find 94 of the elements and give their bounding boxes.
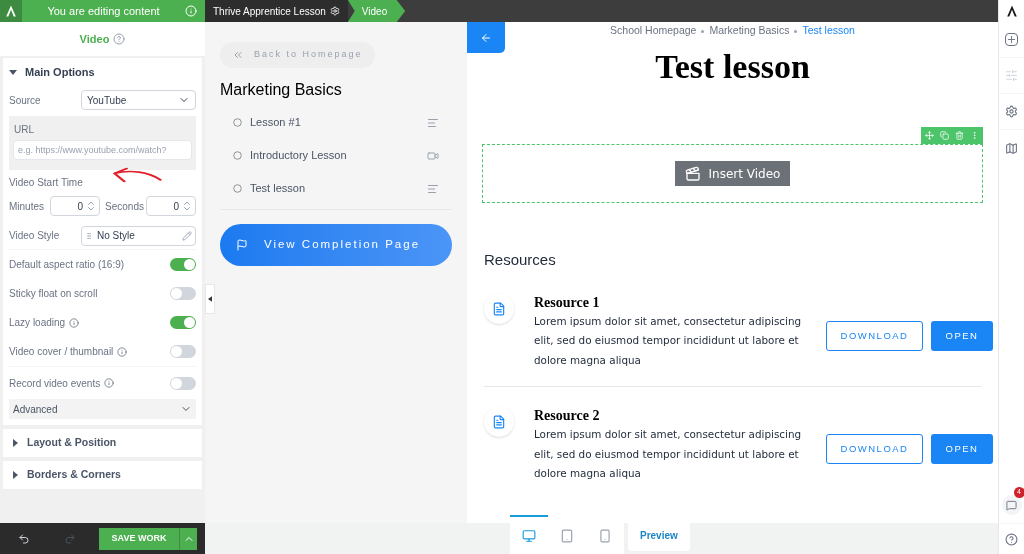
panel-toggle-button[interactable]: [467, 22, 505, 53]
logo-icon: [5, 5, 17, 17]
pencil-icon: [182, 230, 192, 241]
breadcrumb-tab[interactable]: Video: [347, 0, 406, 22]
caret-icon: [208, 296, 212, 302]
lesson-item[interactable]: Lesson #1: [220, 106, 452, 139]
course-title: Marketing Basics: [220, 80, 343, 100]
toggle-switch[interactable]: [170, 316, 196, 329]
editor-header-title: You are editing content: [46, 3, 161, 19]
section-header[interactable]: Layout & Position: [3, 429, 202, 457]
info-icon[interactable]: [69, 317, 80, 328]
move-icon[interactable]: [925, 131, 934, 140]
tablet-icon: [560, 528, 574, 543]
insert-video-button[interactable]: Insert Video: [674, 161, 791, 186]
breadcrumb-link[interactable]: School Homepage: [610, 23, 697, 39]
lesson-item[interactable]: Test lesson: [220, 172, 452, 205]
style-field[interactable]: No Style: [81, 225, 196, 246]
save-button[interactable]: SAVE WORK: [99, 527, 179, 550]
toggle-switch[interactable]: [170, 376, 196, 390]
add-icon[interactable]: [1005, 33, 1018, 46]
caret-icon: [11, 439, 19, 447]
sliders-icon[interactable]: [1005, 69, 1018, 82]
video-icon: [427, 149, 439, 162]
trash-icon[interactable]: [955, 131, 964, 140]
field-label: Source: [9, 93, 41, 108]
toggle-label: Record video events: [9, 376, 101, 391]
circle-icon: [233, 118, 242, 127]
breadcrumb-link[interactable]: Marketing Basics: [709, 23, 790, 39]
advanced-header[interactable]: Advanced: [9, 399, 196, 419]
download-button[interactable]: DOWNLOAD: [826, 320, 923, 351]
completion-button[interactable]: View Completion Page: [220, 224, 452, 266]
resource-title: Resource 1: [534, 293, 601, 312]
circle-icon: [233, 151, 242, 160]
double-chevron-icon: [232, 49, 244, 61]
seconds-field[interactable]: 0: [145, 196, 196, 216]
more-icon[interactable]: [970, 131, 979, 140]
help-icon[interactable]: [1005, 532, 1018, 546]
save-options-button[interactable]: [179, 527, 197, 550]
toggle-switch[interactable]: [170, 345, 196, 358]
clapperboard-icon: [684, 165, 701, 182]
field-label: Minutes: [9, 199, 44, 214]
field-label: Video Start Time: [9, 176, 84, 190]
separator-dot: [701, 29, 705, 33]
info-icon[interactable]: [117, 346, 128, 357]
section-header[interactable]: Main Options: [9, 58, 196, 86]
url-field[interactable]: e.g. https://www.youtube.com/watch?: [13, 140, 192, 160]
resource-description: Lorem ipsum dolor sit amet, consectetur adipiscing elit, sed do eiusmod tempor incididunt ut labore et dolore magna aliqua: [534, 427, 803, 481]
resource-description: Lorem ipsum dolor sit amet, consectetur adipiscing elit, sed do eiusmod tempor incididunt ut labore et dolore magna aliqua: [534, 313, 803, 368]
flag-icon: [236, 239, 248, 251]
undo-icon[interactable]: [18, 532, 30, 545]
toggle-switch[interactable]: [170, 287, 196, 300]
file-icon: [492, 301, 506, 316]
minutes-field[interactable]: 0: [50, 196, 101, 216]
help-icon[interactable]: [113, 33, 126, 45]
redo-icon[interactable]: [64, 532, 76, 545]
file-icon: [492, 415, 506, 429]
settings-icon[interactable]: [1005, 105, 1018, 118]
comments-icon[interactable]: [1006, 499, 1017, 511]
breadcrumb-tab[interactable]: Thrive Apprentice Lesson: [205, 0, 348, 22]
separator-dot: [794, 29, 798, 33]
lesson-item[interactable]: Introductory Lesson: [220, 139, 452, 172]
settings-icon: [329, 6, 340, 16]
text-lines-icon: [427, 182, 439, 195]
toggle-switch[interactable]: [170, 258, 196, 271]
stepper-icon: [181, 200, 193, 212]
page-title: Test lesson: [654, 50, 811, 84]
circle-icon: [233, 184, 242, 193]
map-icon[interactable]: [1005, 141, 1018, 155]
section-header[interactable]: Borders & Corners: [3, 461, 202, 489]
source-dropdown[interactable]: YouTube: [81, 90, 196, 110]
logo-icon: [1005, 5, 1018, 17]
toggle-label: Default aspect ratio (16:9): [9, 258, 125, 272]
open-button[interactable]: OPEN: [931, 434, 993, 465]
toggle-label: Sticky float on scroll: [9, 287, 98, 301]
arrow-left-icon: [480, 31, 492, 44]
element-title: Video: [79, 31, 110, 47]
toggle-label: Lazy loading: [9, 316, 66, 330]
resources-heading: Resources: [484, 250, 557, 270]
toggle-label: Video cover / thumbnail: [9, 345, 114, 359]
open-button[interactable]: OPEN: [931, 320, 993, 351]
resource-title: Resource 2: [534, 407, 601, 425]
breadcrumb-link[interactable]: Test lesson: [802, 23, 855, 39]
text-lines-icon: [427, 116, 439, 129]
monitor-icon: [522, 528, 536, 543]
field-label: URL: [13, 123, 35, 137]
info-icon[interactable]: [104, 378, 115, 388]
caret-icon: [9, 68, 17, 76]
caret-icon: [11, 471, 19, 479]
collapse-handle[interactable]: [205, 284, 215, 314]
field-label: Seconds: [105, 199, 144, 214]
download-button[interactable]: DOWNLOAD: [826, 434, 923, 465]
field-label: Video Style: [9, 229, 60, 243]
phone-icon: [598, 528, 612, 543]
copy-icon[interactable]: [940, 131, 949, 140]
